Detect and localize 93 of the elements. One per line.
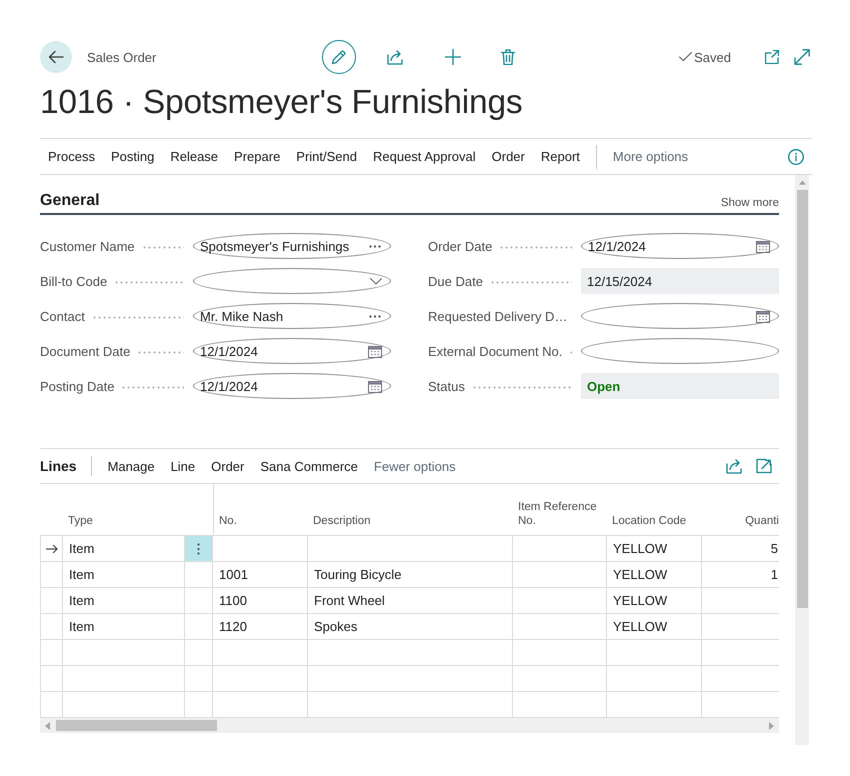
plus-icon[interactable] [445,49,461,65]
field-label: Bill-to Code [40,274,108,288]
column-header[interactable]: Description [313,514,371,528]
table-cell: Item [63,562,185,587]
table-row[interactable]: Item 1001 Touring Bicycle YELLOW 1 [40,562,779,588]
ellipsis-icon[interactable] [369,244,381,248]
action-menu-button[interactable]: Process [40,142,103,170]
lookup-field[interactable]: Mr. Mike Nash [193,303,391,329]
box-arrow-icon[interactable] [756,458,772,474]
table-cell: 1001 [213,562,308,587]
vertical-scrollbar[interactable] [795,175,809,745]
show-more-link[interactable]: Show more [720,195,779,211]
column-header[interactable]: Quanti [745,514,779,528]
section-title: General [40,191,100,211]
table-cell: Spokes [308,614,513,639]
table-row[interactable]: Item 1120 Spokes YELLOW [40,614,779,640]
lookup-field[interactable]: Spotsmeyer's Furnishings [193,233,391,259]
field-label: Document Date [40,344,130,358]
action-menu-button[interactable]: Posting [102,142,162,170]
table-cell [40,588,63,613]
trash-icon[interactable] [501,49,515,65]
table-cell: YELLOW [607,588,702,613]
calendar-icon[interactable] [756,240,770,252]
table-cell: Front Wheel [308,588,513,613]
fewer-options-button[interactable]: Fewer options [366,452,464,480]
page-title: 1016 · Spotsmeyer's Furnishings [40,83,522,123]
date-field[interactable]: 12/1/2024 [581,233,779,259]
scrollbar-thumb[interactable] [796,190,808,608]
column-header[interactable]: Location Code [612,514,686,528]
share-icon[interactable] [726,458,744,474]
field-label: External Document No. [428,344,562,358]
scroll-up-icon[interactable] [798,180,806,185]
info-icon[interactable] [788,148,804,164]
calendar-icon[interactable] [368,380,382,392]
pencil-icon [331,49,347,65]
action-menu-button[interactable]: Request Approval [365,142,484,170]
action-menu-button[interactable]: Print/Send [288,142,365,170]
vertical-ellipsis-icon [197,542,200,554]
lines-menu-button[interactable]: Manage [100,452,163,480]
check-icon [679,52,692,62]
ellipsis-icon[interactable] [369,314,381,318]
expand-icon[interactable] [794,49,810,65]
table-cell: Touring Bicycle [308,562,513,587]
more-options-button[interactable]: More options [604,142,696,170]
chevron-down-icon[interactable] [370,278,382,284]
field-label: Requested Delivery D… [428,308,568,324]
edit-button[interactable] [322,40,356,74]
table-cell: YELLOW [607,536,702,561]
table-cell-text: 1 [770,566,779,584]
field-label: Due Date [428,274,483,288]
lines-menu-button[interactable]: Line [162,452,204,480]
horizontal-scrollbar[interactable] [40,718,779,733]
page-caption: Sales Order [87,50,156,64]
lines-menu-button[interactable]: Order [203,452,252,480]
field-label: Customer Name [40,238,135,254]
field-label: Contact [40,308,85,324]
action-menu-button[interactable]: Order [484,142,533,170]
field-label: Status [428,378,465,394]
table-row[interactable]: Item 1100 Front Wheel YELLOW [40,588,779,614]
lines-menu-button[interactable]: Sana Commerce [252,452,366,480]
column-header[interactable]: Type [68,514,93,528]
table-row[interactable]: Item YELLOW 5 [40,536,779,562]
date-field[interactable]: 12/1/2024 [193,338,391,364]
column-header[interactable]: No. [219,514,237,528]
calendar-icon[interactable] [368,344,382,358]
arrow-left-icon [48,49,64,65]
scroll-left-icon[interactable] [45,722,50,730]
read-only-field: 12/15/2024 [581,268,779,294]
table-cell-text: 5 [770,540,779,558]
date-field[interactable]: 12/1/2024 [193,373,391,399]
field-label: Posting Date [40,378,114,394]
column-header[interactable]: Item Reference No. [518,500,602,528]
scrollbar-thumb[interactable] [56,720,217,731]
table-cell: YELLOW [607,614,702,639]
table-cell: Item [63,588,185,613]
status-field: Open [581,373,779,399]
action-menu-button[interactable]: Prepare [226,142,288,170]
open-in-new-window-icon[interactable] [765,50,779,64]
scroll-right-icon[interactable] [769,722,774,730]
table-cell: 1100 [213,588,308,613]
table-cell: Item [63,614,185,639]
section-title: Lines [40,458,77,474]
calendar-icon[interactable] [756,310,770,322]
action-menu-button[interactable]: Release [162,142,226,170]
table-cell [40,562,63,587]
field-label: Order Date [428,238,492,254]
back-button[interactable] [40,41,72,73]
table-cell: YELLOW [607,562,702,587]
table-cell: 1120 [213,614,308,639]
action-menu-button[interactable]: Report [532,142,588,170]
share-icon[interactable] [387,49,405,65]
save-status: Saved [694,50,731,64]
table-cell [40,614,63,639]
